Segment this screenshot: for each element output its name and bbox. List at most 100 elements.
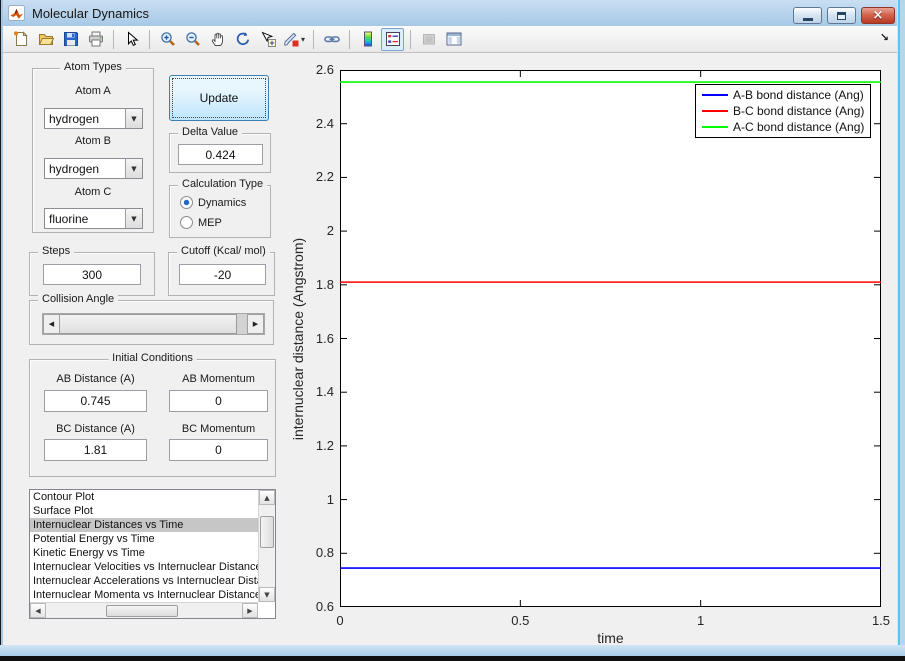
- app-window: Molecular Dynamics × ↘ ▾ Atom Types Atom…: [0, 0, 905, 661]
- toolbar-separator: [410, 29, 412, 49]
- save-figure-button[interactable]: [59, 28, 82, 51]
- brush-data-icon: [283, 31, 299, 47]
- matlab-logo-icon: [8, 5, 25, 21]
- list-item[interactable]: Surface Plot: [30, 504, 258, 518]
- close-button[interactable]: ×: [861, 7, 895, 24]
- scrollbar-thumb[interactable]: [106, 604, 178, 617]
- atom-a-select[interactable]: hydrogen ▼: [44, 108, 143, 129]
- steps-field[interactable]: [43, 264, 141, 285]
- scroll-left-icon[interactable]: ◀: [30, 603, 46, 618]
- insert-legend-button[interactable]: [381, 27, 405, 51]
- cutoff-label: Cutoff (Kcal/ mol): [177, 245, 270, 257]
- listbox-items: Contour Plot Surface Plot Internuclear Dis…: [30, 490, 258, 602]
- radio-mep[interactable]: MEP: [180, 215, 222, 230]
- cutoff-field[interactable]: [179, 264, 266, 285]
- plot-canvas: [340, 70, 881, 607]
- slider-left-arrow-icon[interactable]: ◀: [43, 314, 60, 334]
- radio-button-icon: [180, 216, 193, 229]
- list-item[interactable]: Internuclear Accelerations vs Internucle…: [30, 574, 258, 588]
- ab-distance-label: AB Distance (A): [56, 373, 135, 385]
- window-title: Molecular Dynamics: [32, 5, 150, 21]
- atom-a-label: Atom A: [75, 85, 111, 97]
- list-item[interactable]: Internuclear Velocities vs Internuclear …: [30, 560, 258, 574]
- slider-trough[interactable]: [237, 314, 247, 334]
- chart-legend[interactable]: A-B bond distance (Ang) B-C bond distance…: [695, 84, 871, 138]
- chevron-down-icon[interactable]: ▼: [125, 109, 142, 128]
- scroll-right-icon[interactable]: ▶: [242, 603, 258, 618]
- zoom-in-icon: [160, 31, 176, 47]
- brush-data-button[interactable]: ▾: [281, 28, 307, 51]
- legend-entry: B-C bond distance (Ang): [696, 103, 870, 119]
- bc-distance-field[interactable]: [44, 439, 147, 461]
- insert-colorbar-button[interactable]: [356, 28, 379, 51]
- delta-value-panel: Delta Value: [169, 126, 271, 173]
- data-cursor-button[interactable]: [256, 28, 279, 51]
- new-figure-button[interactable]: [9, 28, 32, 51]
- scrollbar-thumb[interactable]: [260, 516, 274, 548]
- ab-distance-field[interactable]: [44, 390, 147, 412]
- new-figure-icon: [13, 31, 29, 47]
- titlebar[interactable]: Molecular Dynamics ×: [0, 0, 905, 26]
- legend-line-swatch: [702, 94, 728, 96]
- window-border-bottom[interactable]: [0, 645, 905, 656]
- slider-thumb[interactable]: [60, 314, 237, 334]
- calculation-type-label: Calculation Type: [178, 178, 268, 190]
- delta-value-field[interactable]: [178, 144, 263, 165]
- atom-types-panel: Atom Types Atom A hydrogen ▼ Atom B hydr…: [32, 61, 154, 233]
- chevron-down-icon[interactable]: ▼: [125, 159, 142, 178]
- open-file-button[interactable]: [34, 28, 57, 51]
- atom-c-label: Atom C: [74, 186, 112, 198]
- list-item[interactable]: Internuclear Momenta vs Internuclear Dis…: [30, 588, 258, 602]
- window-border-left: [0, 0, 3, 661]
- scroll-down-icon[interactable]: ▼: [259, 587, 275, 602]
- ab-momentum-field[interactable]: [169, 390, 268, 412]
- list-item[interactable]: Potential Energy vs Time: [30, 532, 258, 546]
- pan-button[interactable]: [206, 28, 229, 51]
- collision-angle-slider[interactable]: ◀ ▶: [42, 313, 265, 335]
- zoom-in-button[interactable]: [156, 28, 179, 51]
- vertical-scrollbar[interactable]: ▲ ▼: [258, 490, 275, 602]
- horizontal-scrollbar[interactable]: ◀ ▶: [30, 602, 258, 618]
- rotate-3d-button[interactable]: [231, 28, 254, 51]
- chevron-down-icon[interactable]: ▼: [125, 209, 142, 228]
- radio-button-icon: [180, 196, 193, 209]
- link-plot-icon: [323, 31, 340, 47]
- show-plot-tools-button[interactable]: [442, 28, 465, 51]
- screen-edge: [0, 656, 905, 661]
- y-tick-label: 2.2: [315, 169, 334, 185]
- legend-entry: A-C bond distance (Ang): [696, 119, 870, 135]
- print-figure-button[interactable]: [84, 28, 107, 51]
- list-item[interactable]: Contour Plot: [30, 490, 258, 504]
- atom-b-select[interactable]: hydrogen ▼: [44, 158, 143, 179]
- calculation-type-panel: Calculation Type Dynamics MEP: [169, 178, 271, 238]
- y-tick-label: 2.6: [315, 62, 334, 77]
- edit-plot-icon: [124, 31, 140, 47]
- scroll-up-icon[interactable]: ▲: [259, 490, 275, 505]
- radio-dynamics[interactable]: Dynamics: [180, 195, 246, 210]
- list-item[interactable]: Internuclear Distances vs Time: [30, 518, 258, 532]
- toolbar-overflow-icon[interactable]: ↘: [880, 31, 889, 44]
- edit-plot-button[interactable]: [120, 28, 143, 51]
- zoom-out-button[interactable]: [181, 28, 204, 51]
- hide-plot-tools-button: [417, 28, 440, 51]
- plot-type-listbox[interactable]: Contour Plot Surface Plot Internuclear Dis…: [29, 489, 276, 619]
- legend-label: B-C bond distance (Ang): [733, 104, 865, 118]
- dropdown-caret-icon[interactable]: ▾: [301, 35, 305, 44]
- link-plot-button[interactable]: [320, 28, 343, 51]
- plot-area[interactable]: [340, 70, 881, 607]
- minimize-button[interactable]: [793, 7, 822, 24]
- update-button[interactable]: Update: [169, 75, 269, 121]
- maximize-button[interactable]: [827, 7, 856, 24]
- bc-momentum-field[interactable]: [169, 439, 268, 461]
- y-tick-label: 1.8: [315, 276, 334, 292]
- window-border-right[interactable]: [897, 0, 905, 661]
- cutoff-panel: Cutoff (Kcal/ mol): [168, 245, 275, 296]
- atom-c-select[interactable]: fluorine ▼: [44, 208, 143, 229]
- slider-right-arrow-icon[interactable]: ▶: [247, 314, 264, 334]
- list-item[interactable]: Kinetic Energy vs Time: [30, 546, 258, 560]
- toolbar-separator: [313, 29, 315, 49]
- maximize-icon: [837, 11, 846, 20]
- insert-legend-icon: [385, 31, 401, 47]
- toolbar: ↘ ▾: [3, 26, 897, 53]
- atom-b-label: Atom B: [74, 135, 112, 147]
